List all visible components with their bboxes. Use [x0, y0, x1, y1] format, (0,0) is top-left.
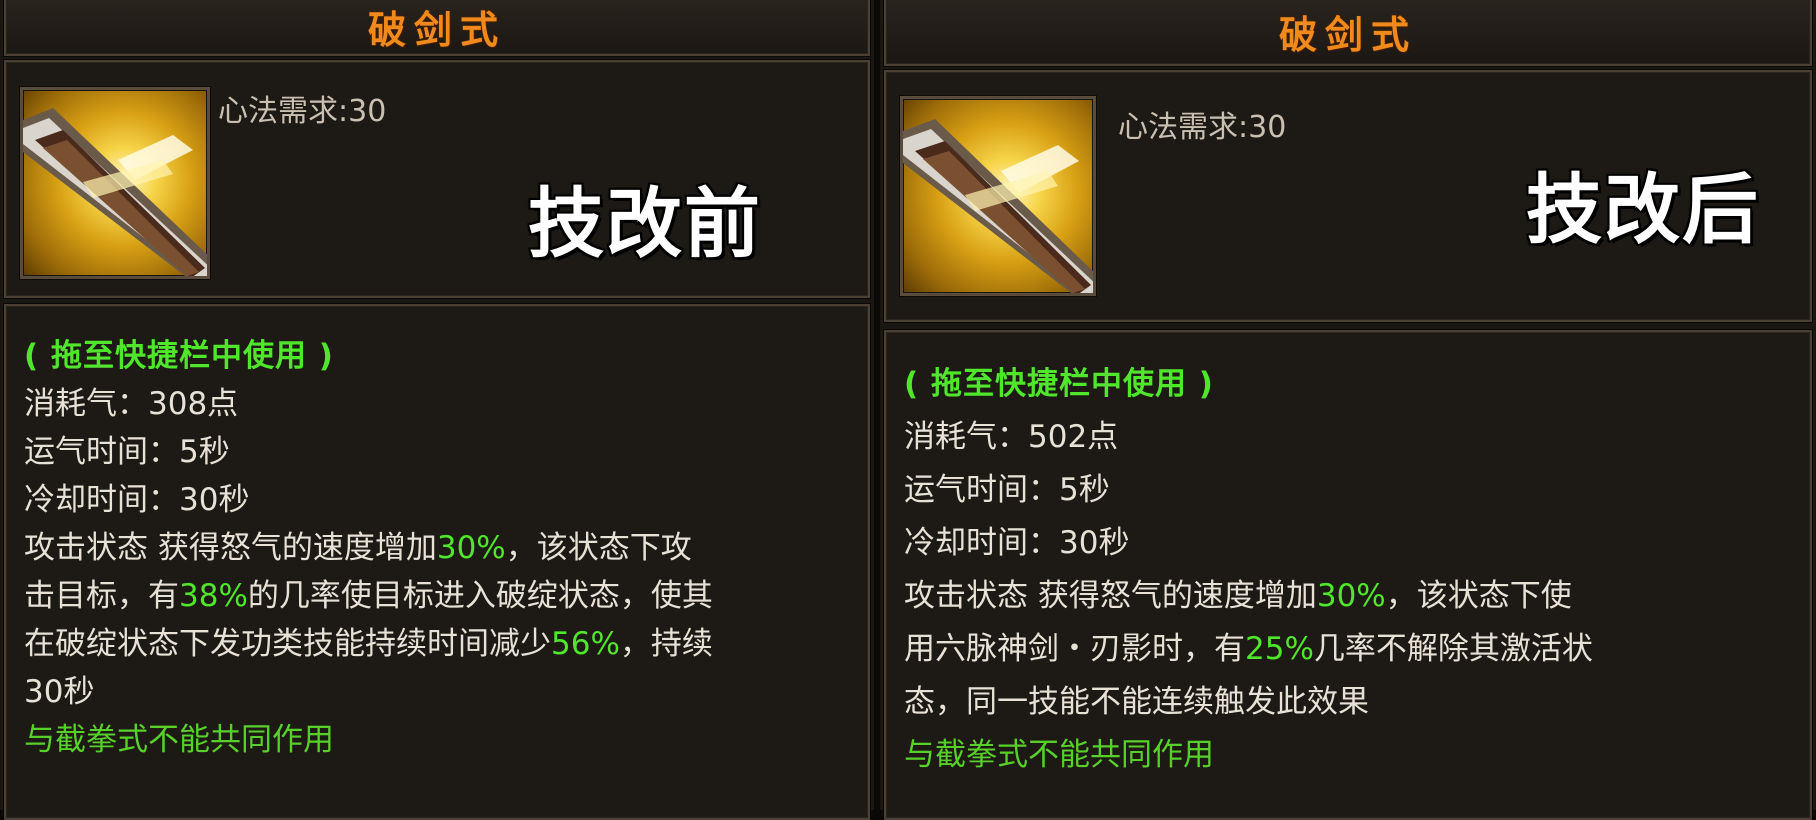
- qi-cost: 消耗气：308点: [24, 386, 239, 422]
- effect-line-3: 在破绽状态下发功类技能持续时间减少56%，持续: [24, 626, 713, 662]
- effect-line-2: 击目标，有38%的几率使目标进入破绽状态，使其: [24, 578, 713, 614]
- requirement-text: 心法需求:30: [218, 94, 387, 129]
- exclusive-note: 与截拳式不能共同作用: [904, 737, 1214, 773]
- effect-line-2: 用六脉神剑・刃影时，有25%几率不解除其激活状: [904, 631, 1593, 667]
- sword-icon[interactable]: [20, 87, 210, 279]
- effect-percent: 25%: [1245, 631, 1314, 667]
- effect-percent: 38%: [179, 578, 248, 614]
- usage-hint: ( 拖至快捷栏中使用 ): [904, 366, 1214, 402]
- skill-header-box: 心法需求:30 技改后: [883, 69, 1813, 323]
- skill-header-box: 心法需求:30 技改前: [3, 59, 871, 299]
- effect-percent: 56%: [551, 626, 620, 662]
- effect-line-1: 攻击状态 获得怒气的速度增加30%，该状态下使: [904, 578, 1572, 614]
- exclusive-note: 与截拳式不能共同作用: [24, 722, 334, 758]
- skill-title: 破剑式: [1278, 12, 1417, 57]
- effect-percent: 30%: [1316, 578, 1386, 614]
- effect-line-1: 攻击状态 获得怒气的速度增加30%，该状态下攻: [24, 530, 692, 566]
- tooltip-title-bar: 破剑式: [883, 0, 1813, 67]
- cast-time: 运气时间：5秒: [904, 472, 1110, 508]
- effect-line-4: 30秒: [24, 674, 95, 710]
- qi-cost: 消耗气：502点: [904, 419, 1119, 455]
- description-text: ( 拖至快捷栏中使用 ) 消耗气：502点 运气时间：5秒 冷却时间：30秒 攻…: [904, 358, 1804, 782]
- usage-hint: ( 拖至快捷栏中使用 ): [24, 338, 334, 374]
- cooldown: 冷却时间：30秒: [24, 482, 250, 518]
- effect-line-3: 态，同一技能不能连续触发此效果: [904, 684, 1369, 720]
- description-text: ( 拖至快捷栏中使用 ) 消耗气：308点 运气时间：5秒 冷却时间：30秒 攻…: [24, 332, 864, 764]
- skill-description-box: ( 拖至快捷栏中使用 ) 消耗气：308点 运气时间：5秒 冷却时间：30秒 攻…: [3, 303, 871, 820]
- stage-label: 技改后: [1525, 164, 1760, 256]
- skill-tooltip-before: 破剑式 心法需求:30 技改前 ( 拖至快捷栏中使用 ) 消耗气：308点 运气…: [0, 0, 874, 820]
- tooltip-title-bar: 破剑式: [3, 0, 871, 57]
- requirement-text: 心法需求:30: [1118, 110, 1287, 145]
- skill-title: 破剑式: [367, 7, 506, 52]
- cooldown: 冷却时间：30秒: [904, 525, 1130, 561]
- stage-label: 技改前: [527, 178, 762, 270]
- cast-time: 运气时间：5秒: [24, 434, 230, 470]
- skill-description-box: ( 拖至快捷栏中使用 ) 消耗气：502点 运气时间：5秒 冷却时间：30秒 攻…: [883, 329, 1813, 820]
- skill-tooltip-after: 破剑式 心法需求:30 技改后 ( 拖至快捷栏中使用 ) 消耗气：502点 运气…: [880, 0, 1816, 820]
- sword-icon[interactable]: [900, 96, 1096, 296]
- effect-percent: 30%: [436, 530, 506, 566]
